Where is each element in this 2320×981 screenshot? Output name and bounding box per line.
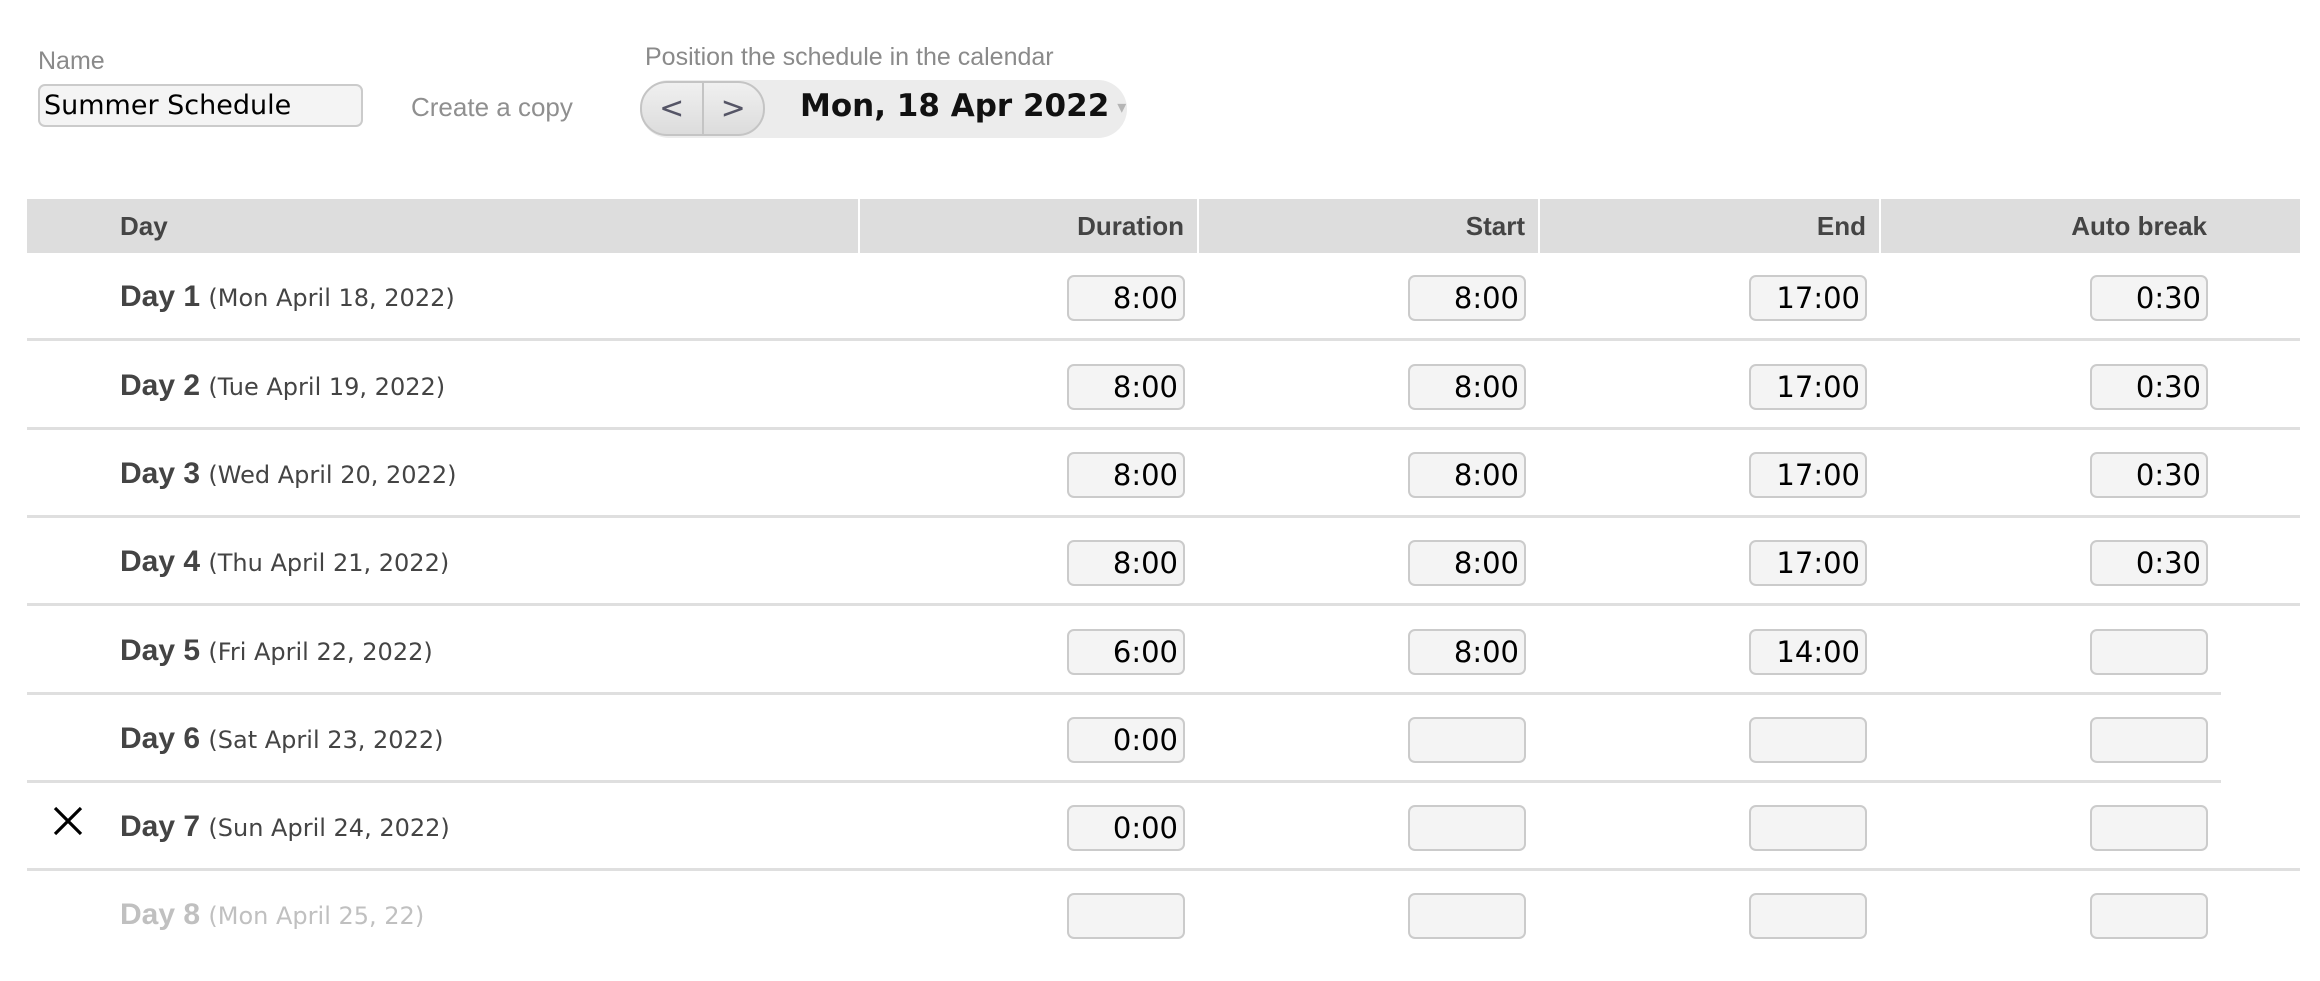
day-label: Day 1 (Mon April 18, 2022) bbox=[120, 280, 455, 314]
start-input[interactable]: 8:00 bbox=[1408, 275, 1526, 321]
day-date: (Thu April 21, 2022) bbox=[208, 549, 450, 577]
start-input[interactable]: 8:00 bbox=[1408, 452, 1526, 498]
end-input[interactable]: 17:00 bbox=[1749, 452, 1867, 498]
table-header: Day Duration Start End Auto break bbox=[27, 199, 2300, 253]
end-input[interactable] bbox=[1749, 805, 1867, 851]
day-label: Day 4 (Thu April 21, 2022) bbox=[120, 545, 449, 579]
date-value: Mon, 18 Apr 2022 bbox=[800, 88, 1110, 124]
day-number: Day 5 bbox=[120, 634, 201, 667]
duration-input[interactable]: 8:00 bbox=[1067, 452, 1185, 498]
start-input[interactable] bbox=[1408, 717, 1526, 763]
auto-break-input[interactable]: 0:30 bbox=[2090, 275, 2208, 321]
start-input[interactable]: 8:00 bbox=[1408, 540, 1526, 586]
duration-input[interactable]: 8:00 bbox=[1067, 540, 1185, 586]
column-header-auto-break: Auto break bbox=[1881, 199, 2300, 253]
day-date: (Mon April 18, 2022) bbox=[208, 284, 455, 312]
table-row: Day 4 (Thu April 21, 2022) 8:00 8:00 17:00 0… bbox=[27, 518, 2300, 606]
auto-break-input[interactable]: 0:30 bbox=[2090, 540, 2208, 586]
name-label: Name bbox=[38, 47, 105, 75]
day-label: Day 8 (Mon April 25, 22) bbox=[120, 898, 424, 932]
day-number: Day 8 bbox=[120, 898, 201, 931]
auto-break-input[interactable] bbox=[2090, 629, 2208, 675]
end-input[interactable] bbox=[1749, 893, 1867, 939]
day-number: Day 3 bbox=[120, 457, 201, 490]
end-input[interactable]: 14:00 bbox=[1749, 629, 1867, 675]
table-row: Day 6 (Sat April 23, 2022) 0:00 bbox=[27, 695, 2300, 783]
next-button[interactable]: > bbox=[701, 83, 764, 134]
day-date: (Mon April 25, 22) bbox=[208, 902, 425, 930]
day-date: (Tue April 19, 2022) bbox=[208, 373, 446, 401]
day-date: (Sun April 24, 2022) bbox=[208, 814, 450, 842]
day-number: Day 1 bbox=[120, 280, 201, 313]
date-nav-group: < > bbox=[640, 81, 765, 136]
day-date: (Fri April 22, 2022) bbox=[208, 638, 433, 666]
column-header-start: Start bbox=[1199, 199, 1538, 253]
day-label: Day 3 (Wed April 20, 2022) bbox=[120, 457, 456, 491]
duration-input[interactable]: 0:00 bbox=[1067, 805, 1185, 851]
end-input[interactable]: 17:00 bbox=[1749, 364, 1867, 410]
end-input[interactable] bbox=[1749, 717, 1867, 763]
auto-break-input[interactable] bbox=[2090, 717, 2208, 763]
previous-button[interactable]: < bbox=[642, 83, 702, 134]
day-label: Day 2 (Tue April 19, 2022) bbox=[120, 369, 445, 403]
end-input[interactable]: 17:00 bbox=[1749, 540, 1867, 586]
auto-break-input[interactable]: 0:30 bbox=[2090, 452, 2208, 498]
auto-break-input[interactable] bbox=[2090, 805, 2208, 851]
position-label: Position the schedule in the calendar bbox=[645, 43, 1054, 71]
schedule-name-input[interactable]: Summer Schedule bbox=[38, 84, 363, 127]
start-input[interactable]: 8:00 bbox=[1408, 364, 1526, 410]
column-header-end: End bbox=[1540, 199, 1879, 253]
end-input[interactable]: 17:00 bbox=[1749, 275, 1867, 321]
duration-input[interactable]: 8:00 bbox=[1067, 364, 1185, 410]
table-row: Day 1 (Mon April 18, 2022) 8:00 8:00 17:00 0… bbox=[27, 253, 2300, 341]
day-number: Day 2 bbox=[120, 369, 201, 402]
start-input[interactable]: 8:00 bbox=[1408, 629, 1526, 675]
table-row: Day 5 (Fri April 22, 2022) 6:00 8:00 14:00 bbox=[27, 607, 2300, 695]
chevron-down-icon: ▾ bbox=[1117, 97, 1127, 118]
start-input[interactable] bbox=[1408, 805, 1526, 851]
day-date: (Wed April 20, 2022) bbox=[208, 461, 457, 489]
column-header-duration: Duration bbox=[860, 199, 1197, 253]
duration-input[interactable]: 8:00 bbox=[1067, 275, 1185, 321]
duration-input[interactable] bbox=[1067, 893, 1185, 939]
table-row: Day 2 (Tue April 19, 2022) 8:00 8:00 17:00 0… bbox=[27, 342, 2300, 430]
day-number: Day 7 bbox=[120, 810, 201, 843]
column-header-day: Day bbox=[27, 199, 858, 253]
day-number: Day 4 bbox=[120, 545, 201, 578]
row-divider bbox=[27, 338, 2300, 341]
day-label: Day 5 (Fri April 22, 2022) bbox=[120, 634, 433, 668]
table-row: Day 7 (Sun April 24, 2022) 0:00 bbox=[27, 783, 2300, 871]
row-divider bbox=[27, 603, 2300, 606]
table-row: Day 8 (Mon April 25, 22) bbox=[27, 871, 2300, 959]
create-copy-link[interactable]: Create a copy bbox=[411, 92, 573, 123]
table-row: Day 3 (Wed April 20, 2022) 8:00 8:00 17:00 0… bbox=[27, 430, 2300, 518]
close-icon[interactable] bbox=[52, 805, 84, 837]
start-input[interactable] bbox=[1408, 893, 1526, 939]
duration-input[interactable]: 6:00 bbox=[1067, 629, 1185, 675]
day-date: (Sat April 23, 2022) bbox=[208, 726, 444, 754]
auto-break-input[interactable]: 0:30 bbox=[2090, 364, 2208, 410]
day-label: Day 7 (Sun April 24, 2022) bbox=[120, 810, 450, 844]
day-label: Day 6 (Sat April 23, 2022) bbox=[120, 722, 443, 756]
day-number: Day 6 bbox=[120, 722, 201, 755]
duration-input[interactable]: 0:00 bbox=[1067, 717, 1185, 763]
auto-break-input[interactable] bbox=[2090, 893, 2208, 939]
date-dropdown[interactable]: Mon, 18 Apr 2022 ▾ bbox=[800, 88, 1126, 124]
